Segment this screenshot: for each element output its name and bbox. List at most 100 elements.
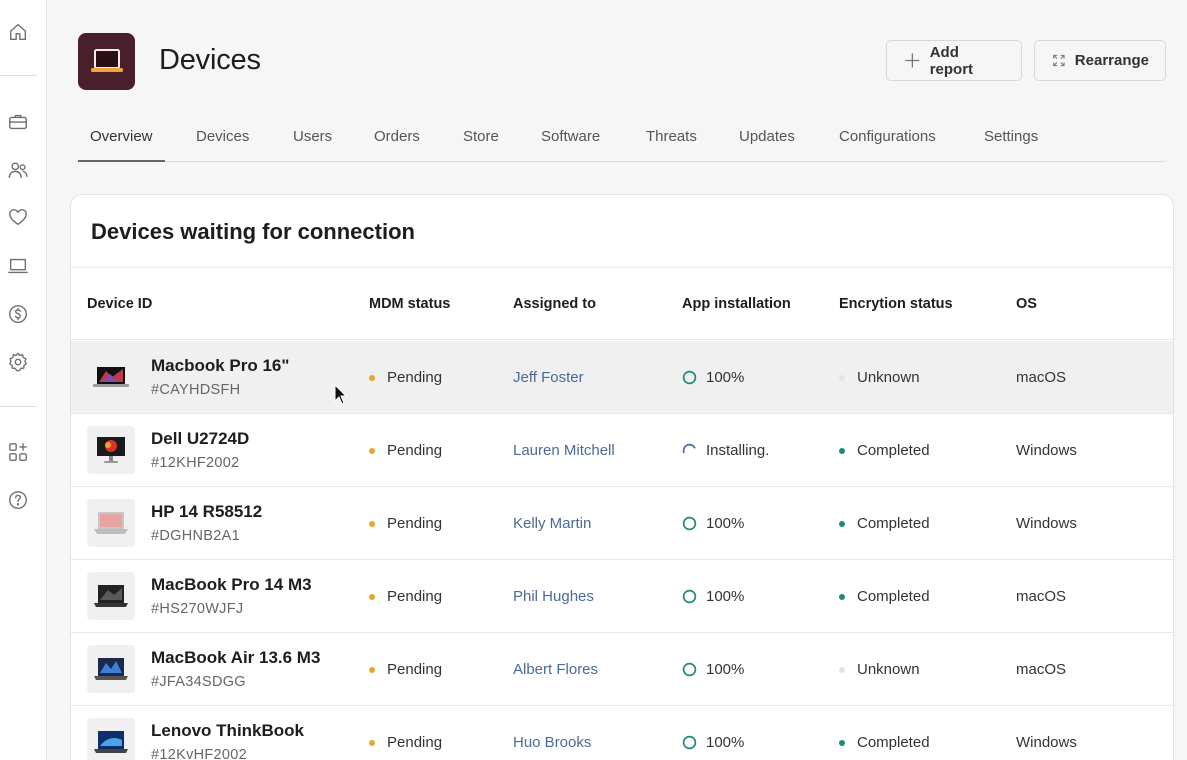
rearrange-button[interactable]: Rearrange <box>1034 40 1166 81</box>
column-header-encryption-status[interactable]: Encrytion status <box>839 296 953 312</box>
macbook-image-icon <box>94 585 128 607</box>
mdm-status-text: Pending <box>387 588 443 605</box>
tab-overview[interactable]: Overview <box>78 128 165 162</box>
column-header-device-id[interactable]: Device ID <box>87 296 152 312</box>
sidebar <box>0 0 47 760</box>
devices-app-logo <box>78 33 135 90</box>
mdm-status: Pending <box>369 369 442 386</box>
tab-threats[interactable]: Threats <box>646 128 697 162</box>
app-installation: 100% <box>682 369 744 386</box>
table-row[interactable]: Dell U2724D #12KHF2002 Pending Lauren Mi… <box>71 414 1173 487</box>
encryption-status-text: Completed <box>857 734 930 751</box>
app-installation: 100% <box>682 661 744 678</box>
users-icon[interactable] <box>6 158 30 182</box>
table-row[interactable]: Macbook Pro 16" #CAYHDSFH Pending Jeff F… <box>71 341 1173 414</box>
tab-devices[interactable]: Devices <box>196 128 249 162</box>
assigned-user-link[interactable]: Jeff Foster <box>513 369 584 386</box>
settings-icon[interactable] <box>6 350 30 374</box>
device-id: #HS270WJFJ <box>151 601 244 617</box>
mdm-status-text: Pending <box>387 734 443 751</box>
macbook-air-image-icon <box>94 658 128 680</box>
column-header-app-installation[interactable]: App installation <box>682 296 791 312</box>
os: Windows <box>1016 442 1077 459</box>
device-id: #DGHNB2A1 <box>151 528 240 544</box>
progress-complete-icon <box>682 662 697 677</box>
device-name[interactable]: HP 14 R58512 <box>151 502 262 522</box>
table-header: Device ID MDM status Assigned to App ins… <box>71 267 1173 340</box>
home-icon[interactable] <box>6 20 30 44</box>
heart-icon[interactable] <box>6 205 30 229</box>
table-row[interactable]: HP 14 R58512 #DGHNB2A1 Pending Kelly Mar… <box>71 487 1173 560</box>
laptop-icon[interactable] <box>6 254 30 278</box>
devices-waiting-card: Devices waiting for connection Device ID… <box>70 194 1174 760</box>
app-installation: 100% <box>682 734 744 751</box>
table-row[interactable]: MacBook Pro 14 M3 #HS270WJFJ Pending Phi… <box>71 560 1173 633</box>
assigned-user-link[interactable]: Huo Brooks <box>513 734 591 751</box>
assigned-user-link[interactable]: Phil Hughes <box>513 588 594 605</box>
card-title: Devices waiting for connection <box>91 219 415 244</box>
app-installation-text: 100% <box>706 734 745 751</box>
help-icon[interactable] <box>6 488 30 512</box>
app-installation: 100% <box>682 515 744 532</box>
device-id: #12KvHF2002 <box>151 747 247 760</box>
mdm-status-text: Pending <box>387 661 443 678</box>
device-name[interactable]: Dell U2724D <box>151 429 249 449</box>
table-row[interactable]: MacBook Air 13.6 M3 #JFA34SDGG Pending A… <box>71 633 1173 706</box>
pending-dot-icon <box>369 739 375 746</box>
assigned-user-link[interactable]: Kelly Martin <box>513 515 591 532</box>
completed-dot-icon <box>839 593 845 600</box>
tab-orders[interactable]: Orders <box>374 128 420 162</box>
tab-bar: Overview Devices Users Orders Store Soft… <box>78 118 1165 162</box>
app-installation-text: 100% <box>706 369 745 386</box>
completed-dot-icon <box>839 520 845 527</box>
laptop-logo-icon <box>90 48 123 72</box>
tab-settings[interactable]: Settings <box>984 128 1038 162</box>
pending-dot-icon <box>369 447 375 454</box>
column-header-assigned-to[interactable]: Assigned to <box>513 296 596 312</box>
hp-laptop-image-icon <box>94 512 128 534</box>
mdm-status-text: Pending <box>387 515 443 532</box>
column-header-os[interactable]: OS <box>1016 296 1037 312</box>
encryption-status-text: Unknown <box>857 369 920 386</box>
mdm-status: Pending <box>369 661 442 678</box>
expand-icon <box>1053 54 1065 67</box>
device-thumbnail <box>87 499 135 547</box>
device-name[interactable]: MacBook Air 13.6 M3 <box>151 648 320 668</box>
add-report-button[interactable]: Add report <box>886 40 1022 81</box>
pending-dot-icon <box>369 374 375 381</box>
unknown-dot-icon <box>839 666 845 673</box>
app-installation: 100% <box>682 588 744 605</box>
encryption-status: Unknown <box>839 661 920 678</box>
encryption-status: Completed <box>839 442 930 459</box>
encryption-status: Completed <box>839 588 930 605</box>
mouse-cursor-icon <box>334 384 348 405</box>
tab-updates[interactable]: Updates <box>739 128 795 162</box>
tab-store[interactable]: Store <box>463 128 499 162</box>
dollar-icon[interactable] <box>6 302 30 326</box>
encryption-status-text: Completed <box>857 515 930 532</box>
tab-software[interactable]: Software <box>541 128 600 162</box>
sidebar-divider <box>0 406 37 407</box>
assigned-user-link[interactable]: Albert Flores <box>513 661 598 678</box>
encryption-status-text: Completed <box>857 588 930 605</box>
apps-add-icon[interactable] <box>6 440 30 464</box>
os: Windows <box>1016 515 1077 532</box>
device-name[interactable]: Lenovo ThinkBook <box>151 721 304 741</box>
progress-complete-icon <box>682 589 697 604</box>
installing-spinner-icon <box>682 443 696 454</box>
assigned-user-link[interactable]: Lauren Mitchell <box>513 442 615 459</box>
briefcase-icon[interactable] <box>6 110 30 134</box>
device-name[interactable]: Macbook Pro 16" <box>151 356 289 376</box>
mdm-status: Pending <box>369 515 442 532</box>
tab-configurations[interactable]: Configurations <box>839 128 936 162</box>
mdm-status: Pending <box>369 442 442 459</box>
app-installation: Installing. <box>682 442 769 459</box>
table-row[interactable]: Lenovo ThinkBook #12KvHF2002 Pending Huo… <box>71 706 1173 760</box>
column-header-mdm-status[interactable]: MDM status <box>369 296 450 312</box>
mdm-status-text: Pending <box>387 369 443 386</box>
app-installation-text: 100% <box>706 661 745 678</box>
lenovo-laptop-image-icon <box>94 731 128 753</box>
completed-dot-icon <box>839 739 845 746</box>
tab-users[interactable]: Users <box>293 128 332 162</box>
device-name[interactable]: MacBook Pro 14 M3 <box>151 575 312 595</box>
